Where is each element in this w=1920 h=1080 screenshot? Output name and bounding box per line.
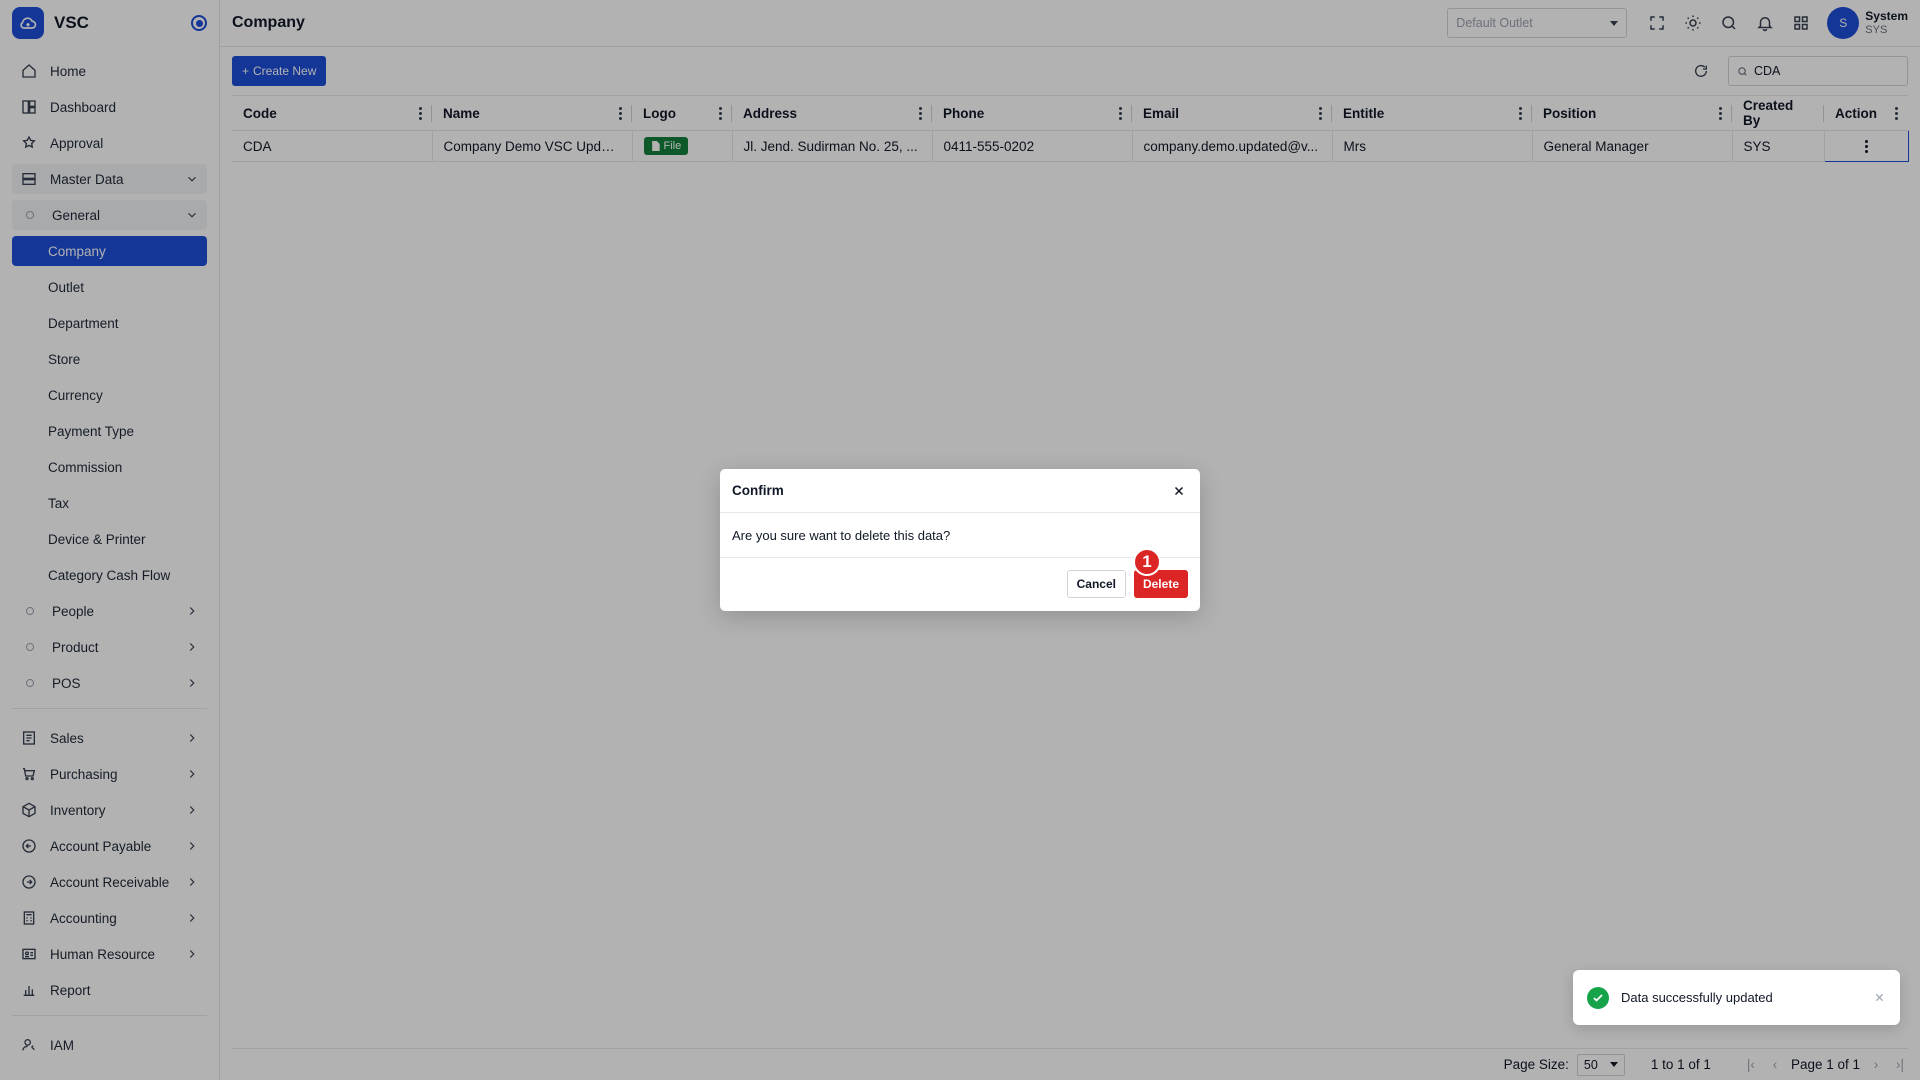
dialog-body: Are you sure want to delete this data? (720, 513, 1200, 558)
dialog-header: Confirm (720, 469, 1200, 513)
close-icon[interactable] (1170, 482, 1188, 500)
dialog-message: Are you sure want to delete this data? (732, 527, 951, 543)
dialog-title: Confirm (732, 483, 784, 498)
check-circle-icon (1587, 986, 1609, 1009)
dialog-footer: Cancel Delete 1 (720, 548, 1200, 610)
cancel-button[interactable]: Cancel (1066, 570, 1126, 598)
step-marker-badge: 1 (1133, 548, 1161, 576)
confirm-dialog: Confirm Are you sure want to delete this… (720, 469, 1200, 611)
toast-message: Data successfully updated (1621, 990, 1773, 1005)
close-icon[interactable] (1872, 991, 1886, 1005)
success-toast: Data successfully updated (1573, 970, 1900, 1025)
